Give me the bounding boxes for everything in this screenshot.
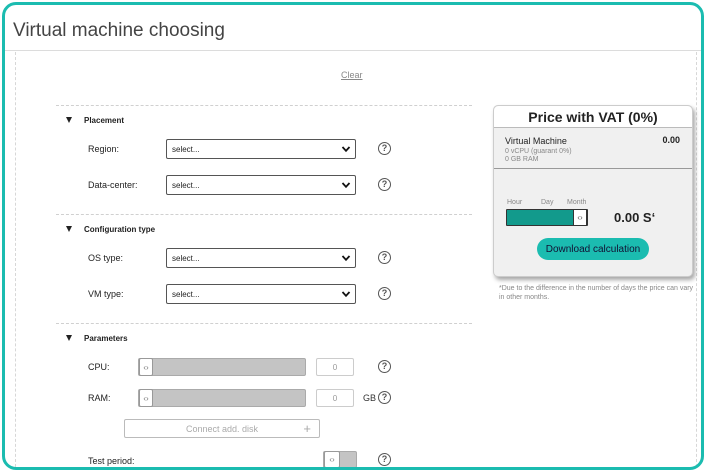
vm-ram-spec: 0 GB RAM xyxy=(505,156,539,163)
datacenter-label: Data-center: xyxy=(88,180,138,190)
region-select[interactable]: select... xyxy=(166,139,356,159)
vm-price: 0.00 xyxy=(662,135,680,145)
section-config-header[interactable]: Configuration type xyxy=(66,222,155,236)
ram-label: RAM: xyxy=(88,393,111,403)
ram-slider[interactable]: ‹› xyxy=(138,389,306,407)
help-icon[interactable]: ? xyxy=(378,142,391,155)
region-label: Region: xyxy=(88,144,120,154)
test-period-label: Test period: xyxy=(88,456,135,466)
os-type-label: OS type: xyxy=(88,253,124,263)
total-price: 0.00 S‘ xyxy=(614,210,656,225)
toggle-knob: ‹› xyxy=(324,451,340,467)
cpu-slider-handle[interactable]: ‹› xyxy=(139,358,153,376)
vm-type-label: VM type: xyxy=(88,289,124,299)
chevron-down-icon xyxy=(341,291,351,298)
period-slider-handle[interactable]: ‹› xyxy=(573,209,587,226)
period-slider[interactable]: ‹› xyxy=(506,209,588,226)
vm-cpu-spec: 0 vCPU (guarant 0%) xyxy=(505,148,572,155)
os-type-select-value: select... xyxy=(172,253,200,263)
help-icon[interactable]: ? xyxy=(378,178,391,191)
test-period-toggle[interactable]: ‹› xyxy=(323,451,357,467)
chevron-down-icon xyxy=(341,146,351,153)
help-icon[interactable]: ? xyxy=(378,251,391,264)
datacenter-select[interactable]: select... xyxy=(166,175,356,195)
period-hour-label[interactable]: Hour xyxy=(507,199,522,206)
help-icon[interactable]: ? xyxy=(378,360,391,373)
region-select-value: select... xyxy=(172,144,200,154)
help-icon[interactable]: ? xyxy=(378,287,391,300)
plus-icon: + xyxy=(303,421,311,436)
section-title: Configuration type xyxy=(84,224,156,234)
os-type-select[interactable]: select... xyxy=(166,248,356,268)
cpu-label: CPU: xyxy=(88,362,110,372)
ram-unit: GB xyxy=(363,393,377,403)
price-title: Price with VAT (0%) xyxy=(494,106,692,128)
price-footnote: *Due to the difference in the number of … xyxy=(499,285,694,301)
collapse-triangle-icon xyxy=(66,226,72,232)
cpu-slider[interactable]: ‹› xyxy=(138,358,306,376)
ram-slider-handle[interactable]: ‹› xyxy=(139,389,153,407)
section-title: Placement xyxy=(84,115,125,125)
section-divider xyxy=(56,214,472,215)
datacenter-select-value: select... xyxy=(172,180,200,190)
help-icon[interactable]: ? xyxy=(378,391,391,404)
vm-name: Virtual Machine xyxy=(505,136,567,146)
period-day-label[interactable]: Day xyxy=(541,199,553,206)
connect-disk-button[interactable]: Connect add. disk + xyxy=(124,419,320,438)
page-title: Virtual machine choosing xyxy=(13,20,225,41)
chevron-down-icon xyxy=(341,182,351,189)
connect-disk-label: Connect add. disk xyxy=(185,423,259,434)
section-title: Parameters xyxy=(84,333,128,343)
period-month-label[interactable]: Month xyxy=(567,199,586,206)
cpu-value-input[interactable]: 0 xyxy=(316,358,354,376)
price-separator xyxy=(494,168,692,169)
download-calculation-button[interactable]: Download calculation xyxy=(537,238,649,260)
vm-type-select-value: select... xyxy=(172,289,200,299)
calculator-content: Clear Placement Region: select... ? Data… xyxy=(15,52,697,467)
help-icon[interactable]: ? xyxy=(378,453,391,466)
clear-link[interactable]: Clear xyxy=(341,70,363,80)
calculator-window: Virtual machine choosing Clear Placement… xyxy=(2,2,704,470)
vm-type-select[interactable]: select... xyxy=(166,284,356,304)
title-bar: Virtual machine choosing xyxy=(5,5,701,51)
collapse-triangle-icon xyxy=(66,335,72,341)
section-placement-header[interactable]: Placement xyxy=(66,113,124,127)
section-divider xyxy=(56,105,472,106)
ram-value-input[interactable]: 0 xyxy=(316,389,354,407)
price-panel: Price with VAT (0%) Virtual Machine 0.00… xyxy=(493,105,693,277)
chevron-down-icon xyxy=(341,255,351,262)
section-divider xyxy=(56,323,472,324)
section-parameters-header[interactable]: Parameters xyxy=(66,331,128,345)
collapse-triangle-icon xyxy=(66,117,72,123)
